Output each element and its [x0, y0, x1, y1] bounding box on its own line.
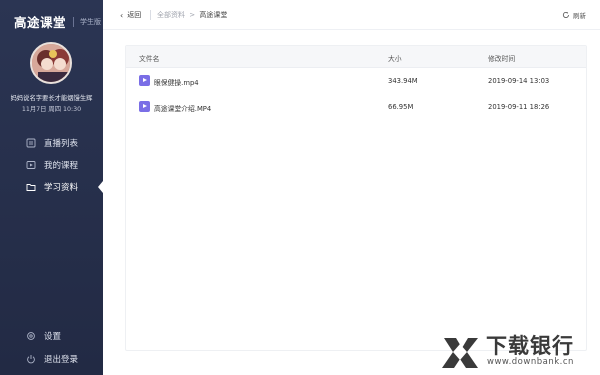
brand-name: 高途课堂	[14, 15, 67, 30]
play-icon	[26, 160, 36, 170]
nav-item-label: 直播列表	[44, 139, 79, 149]
back-label: 返回	[127, 11, 142, 19]
watermark-text: 下载银行	[486, 334, 574, 358]
settings-label: 设置	[44, 332, 62, 342]
table-row[interactable]: 眼保健操.mp4 343.94M 2019-09-14 13:03	[126, 68, 586, 94]
nav-item-label: 我的课程	[44, 161, 79, 171]
logout-label: 退出登录	[44, 355, 79, 365]
video-file-icon	[139, 101, 150, 112]
file-name: 眼保健操.mp4	[154, 79, 199, 87]
nav-item-my-courses[interactable]: 我的课程	[0, 154, 103, 176]
chevron-left-icon: ‹	[120, 10, 124, 20]
column-header-name[interactable]: 文件名	[139, 53, 159, 63]
breadcrumb-current: 高途课堂	[199, 11, 228, 19]
file-modified: 2019-09-11 18:26	[488, 103, 550, 111]
user-date: 11月7日 周四 10:30	[21, 106, 82, 113]
breadcrumb: 全部资料 > 高途课堂	[157, 10, 227, 20]
nav-item-study-materials[interactable]: 学习资料	[0, 176, 103, 198]
top-bar: ‹ 返回 全部资料 > 高途课堂 刷新	[103, 0, 600, 30]
settings-button[interactable]: 设置	[0, 327, 103, 345]
gear-icon	[26, 331, 36, 341]
file-modified: 2019-09-14 13:03	[488, 77, 550, 85]
avatar[interactable]	[30, 42, 72, 84]
breadcrumb-root[interactable]: 全部资料	[157, 11, 185, 19]
watermark-logo-icon	[442, 338, 478, 368]
file-table: 文件名 大小 修改时间 眼保健操.mp4 343.94M 2019-09-14 …	[125, 45, 587, 351]
brand: 高途课堂 学生版	[14, 12, 101, 31]
refresh-button[interactable]: 刷新	[562, 10, 586, 20]
back-button[interactable]: ‹ 返回	[120, 10, 141, 20]
brand-tag: 学生版	[80, 17, 102, 26]
power-icon	[26, 354, 36, 364]
file-size: 343.94M	[388, 77, 418, 85]
sidebar: 高途课堂 学生版 妈妈说名字要长才能烟馒生辉 11月7日 周四 10:30 直播…	[0, 0, 103, 375]
file-size: 66.95M	[388, 103, 414, 111]
table-row[interactable]: 高途课堂介绍.MP4 66.95M 2019-09-11 18:26	[126, 94, 586, 120]
user-name: 妈妈说名字要长才能烟馒生辉	[10, 95, 93, 102]
folder-icon	[26, 182, 36, 192]
avatar-image	[32, 44, 70, 82]
nav-item-live-list[interactable]: 直播列表	[0, 132, 103, 154]
nav-item-label: 学习资料	[44, 183, 79, 193]
logout-button[interactable]: 退出登录	[0, 350, 103, 368]
refresh-icon	[562, 11, 570, 19]
breadcrumb-separator: >	[189, 11, 196, 19]
active-indicator	[98, 181, 103, 193]
watermark: 下载银行 www.downbank.cn	[438, 330, 588, 372]
table-header: 文件名 大小 修改时间	[126, 46, 586, 68]
video-file-icon	[139, 75, 150, 86]
divider	[150, 10, 151, 20]
brand-divider	[73, 16, 75, 27]
column-header-modified[interactable]: 修改时间	[488, 53, 515, 63]
column-header-size[interactable]: 大小	[388, 53, 402, 63]
watermark-subtext: www.downbank.cn	[487, 357, 574, 367]
refresh-label: 刷新	[573, 12, 586, 20]
live-list-icon	[26, 138, 36, 148]
file-name: 高途课堂介绍.MP4	[154, 105, 212, 113]
